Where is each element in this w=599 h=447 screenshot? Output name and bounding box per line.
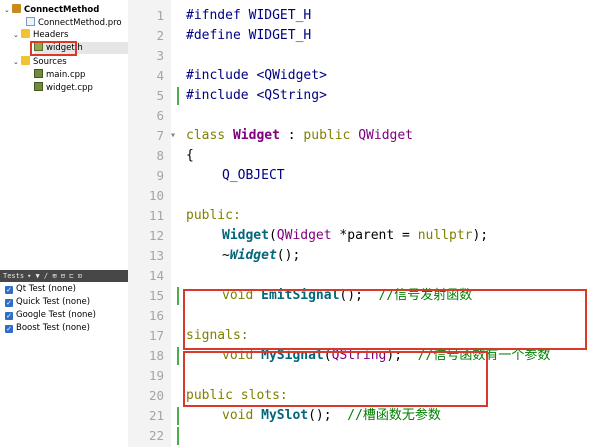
line-number: 4 (156, 68, 164, 83)
checkbox-icon[interactable]: ✓ (5, 299, 13, 307)
code-line: 2 #define WIDGET_H (128, 26, 599, 46)
code-line: 9 Q_OBJECT (128, 166, 599, 186)
code-line: 3 (128, 46, 599, 66)
line-number: 17 (148, 328, 164, 343)
highlight-box-widget-h (30, 41, 77, 56)
code-line: 5 #include <QString> (128, 86, 599, 106)
change-marker (177, 407, 179, 425)
change-marker (177, 87, 179, 105)
tests-panel-title: Tests (3, 272, 25, 280)
tree-item-main-cpp[interactable]: main.cpp (34, 69, 85, 81)
checkbox-icon[interactable]: ✓ (5, 312, 13, 320)
folder-icon (21, 56, 30, 65)
tree-item-pro-file[interactable]: ConnectMethod.pro (26, 17, 122, 29)
code-line: 22 (128, 426, 599, 446)
line-number: 19 (148, 368, 164, 383)
line-number: 10 (148, 188, 164, 203)
line-number: 5 (156, 88, 164, 103)
code-line: 12 Widget(QWidget *parent = nullptr); (128, 226, 599, 246)
checkbox-icon[interactable]: ✓ (5, 325, 13, 333)
tree-item-sources[interactable]: ⌄ Sources (13, 56, 67, 68)
code-line: 8 { (128, 146, 599, 166)
tree-item-widget-cpp[interactable]: widget.cpp (34, 82, 93, 94)
test-item-quick[interactable]: ✓ Quick Test (none) (5, 296, 90, 308)
line-number: 7 (156, 128, 164, 143)
highlight-box-slots (183, 351, 488, 407)
line-number: 13 (148, 248, 164, 263)
code-line: 14 (128, 266, 599, 286)
line-number: 6 (156, 108, 164, 123)
change-marker (177, 427, 179, 445)
tests-toolbar-icons[interactable]: ▾ ▼ ∕ ⊞ ⊟ ⊏ ⊡ (27, 272, 82, 280)
project-sidebar: ⌄ ConnectMethod ConnectMethod.pro ⌄ Header… (0, 0, 128, 447)
code-line: 6 (128, 106, 599, 126)
project-folder-icon (12, 4, 21, 13)
line-number: 3 (156, 48, 164, 63)
code-line: 1 #ifndef WIDGET_H (128, 6, 599, 26)
line-number: 2 (156, 28, 164, 43)
source-file-icon (34, 82, 43, 91)
test-item-boost[interactable]: ✓ Boost Test (none) (5, 322, 90, 334)
chevron-down-icon[interactable]: ⌄ (4, 4, 12, 16)
line-number: 22 (148, 428, 164, 443)
code-line: 4 #include <QWidget> (128, 66, 599, 86)
line-number: 20 (148, 388, 164, 403)
tree-item-headers[interactable]: ⌄ Headers (13, 29, 68, 41)
tests-panel-header: Tests ▾ ▼ ∕ ⊞ ⊟ ⊏ ⊡ (0, 270, 128, 282)
change-marker (177, 347, 179, 365)
highlight-box-signals (183, 289, 587, 350)
code-line: 21 void MySlot(); //槽函数无参数 (128, 406, 599, 426)
pro-file-icon (26, 17, 35, 26)
line-number: 12 (148, 228, 164, 243)
line-number: 11 (148, 208, 164, 223)
test-item-qt[interactable]: ✓ Qt Test (none) (5, 283, 76, 295)
checkbox-icon[interactable]: ✓ (5, 286, 13, 294)
tree-item-project[interactable]: ⌄ ConnectMethod (4, 4, 99, 16)
line-number: 8 (156, 148, 164, 163)
source-file-icon (34, 69, 43, 78)
folder-icon (21, 29, 30, 38)
test-item-google[interactable]: ✓ Google Test (none) (5, 309, 96, 321)
line-number: 18 (148, 348, 164, 363)
fold-arrow-icon[interactable]: ▾ (170, 126, 180, 146)
change-marker (177, 287, 179, 305)
line-number: 21 (148, 408, 164, 423)
code-line: 13 ~Widget(); (128, 246, 599, 266)
chevron-down-icon[interactable]: ⌄ (13, 29, 21, 41)
line-number: 1 (156, 8, 164, 23)
line-number: 16 (148, 308, 164, 323)
chevron-down-icon[interactable]: ⌄ (13, 56, 21, 68)
code-line: 11 public: (128, 206, 599, 226)
line-number: 14 (148, 268, 164, 283)
code-line: 7 ▾ class Widget : public QWidget (128, 126, 599, 146)
line-number: 15 (148, 288, 164, 303)
line-number: 9 (156, 168, 164, 183)
code-line: 10 (128, 186, 599, 206)
